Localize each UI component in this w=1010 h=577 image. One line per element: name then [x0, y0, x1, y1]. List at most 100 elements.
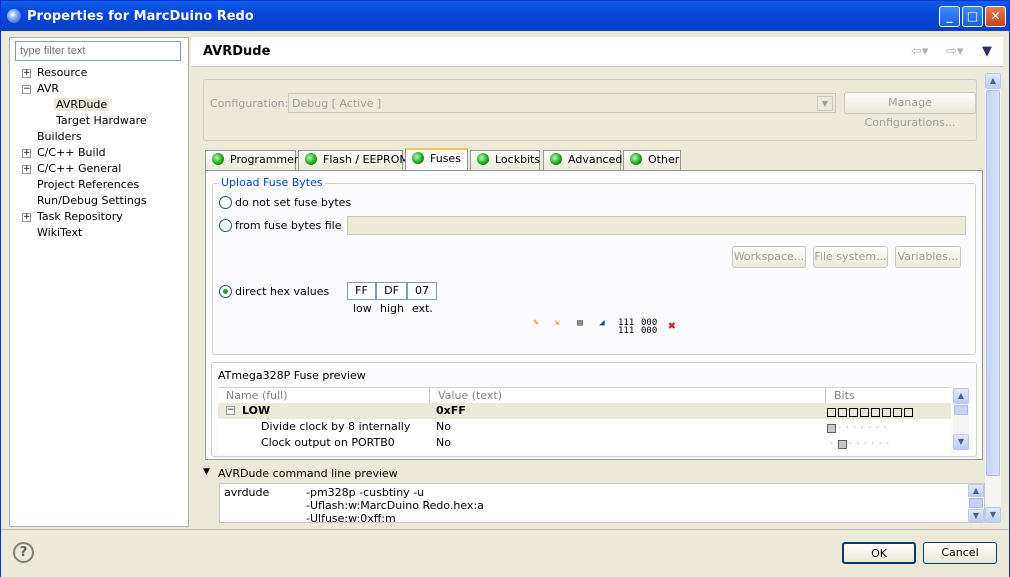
scroll-up-icon[interactable]: ▲ [953, 388, 969, 404]
page-title: AVRDude [203, 44, 271, 59]
tree-label: Target Hardware [56, 114, 147, 127]
status-ok-icon [550, 153, 562, 165]
ext-fuse-input[interactable]: 07 [407, 282, 437, 300]
page-scrollbar[interactable]: ▲ ▼ [985, 73, 1001, 523]
tree-item-cpp-general[interactable]: + C/C++ General [22, 162, 121, 178]
back-arrow-icon[interactable]: ⇦▾ [911, 44, 928, 59]
radio-from-file[interactable] [219, 219, 232, 232]
variables-button[interactable]: Variables... [895, 246, 961, 268]
configuration-combo[interactable]: Debug [ Active ] ▼ [288, 93, 836, 113]
command-scrollbar[interactable]: ▲ ▼ [968, 484, 984, 522]
expand-icon[interactable]: + [22, 149, 31, 158]
high-fuse-input[interactable]: DF [376, 282, 407, 300]
tree-item-cpp-build[interactable]: + C/C++ Build [22, 146, 106, 162]
configuration-value: Debug [ Active ] [292, 97, 382, 110]
expand-icon[interactable]: + [22, 69, 31, 78]
collapse-icon[interactable]: − [226, 406, 235, 415]
chevron-down-icon[interactable]: ▼ [817, 96, 833, 111]
scrollbar-thumb[interactable] [986, 90, 1000, 476]
close-button[interactable]: ✕ [985, 6, 1006, 27]
command-line: -Ulfuse:w:0xff:m [306, 512, 396, 523]
tree-label: AVRDude [54, 98, 110, 111]
eclipse-app-icon [7, 9, 21, 23]
tree-item-wikitext[interactable]: WikiText [37, 226, 82, 242]
delete-icon[interactable]: ✖ [664, 319, 680, 335]
tree-item-task-repository[interactable]: + Task Repository [22, 210, 123, 226]
preview-scrollbar[interactable]: ▲ ▼ [953, 388, 969, 450]
set-default-icon[interactable]: 111 111 [618, 319, 634, 336]
radio-label: direct hex values [235, 285, 330, 298]
table-row[interactable]: − LOW 0xFF [218, 403, 951, 419]
command-line: -pm328p -cusbtiny -u [306, 486, 425, 499]
scroll-down-icon[interactable]: ▼ [953, 434, 969, 450]
tab-fuses[interactable]: Fuses [405, 148, 468, 171]
tab-lockbits[interactable]: Lockbits [470, 150, 540, 170]
scrollbar-thumb[interactable] [954, 405, 968, 415]
fuse-file-input[interactable] [347, 216, 966, 235]
tree-item-avrdude[interactable]: AVRDude [54, 98, 110, 114]
collapse-triangle-icon[interactable]: ▼ [203, 467, 210, 477]
forward-arrow-icon[interactable]: ⇨▾ [946, 44, 963, 59]
properties-page: AVRDude ⇦▾ ⇨▾ ▼ Configuration: Debug [ A… [191, 37, 1003, 527]
scroll-up-icon[interactable]: ▲ [968, 484, 984, 497]
tree-item-builders[interactable]: Builders [37, 130, 82, 146]
tree-item-project-references[interactable]: Project References [37, 178, 139, 194]
load-from-file-icon[interactable]: ⇲ [549, 319, 565, 335]
column-header-bits[interactable]: Bits [826, 388, 951, 403]
fuses-tab-panel: Upload Fuse Bytes do not set fuse bytes … [205, 170, 983, 460]
tab-programmer[interactable]: Programmer [205, 150, 298, 170]
title-bar[interactable]: Properties for MarcDuino Redo _ □ ✕ [1, 1, 1009, 31]
file-system-button[interactable]: File system... [813, 246, 888, 268]
status-ok-icon [212, 153, 224, 165]
minimize-button[interactable]: _ [939, 6, 960, 27]
tree-item-target-hardware[interactable]: Target Hardware [56, 114, 147, 130]
fuse-preview-table: Name (full) Value (text) Bits − LOW 0xFF… [218, 387, 951, 453]
view-menu-icon[interactable]: ▼ [982, 44, 992, 59]
status-ok-icon [305, 153, 317, 165]
column-header-name[interactable]: Name (full) [218, 388, 430, 403]
tree-item-avr[interactable]: − AVR [22, 82, 59, 98]
scroll-up-icon[interactable]: ▲ [985, 73, 1001, 89]
table-row[interactable]: Divide clock by 8 internally No ······· [218, 419, 951, 435]
read-from-device-icon[interactable]: ▤ [572, 319, 588, 335]
cancel-button[interactable]: Cancel [923, 542, 997, 564]
tab-other[interactable]: Other [623, 150, 681, 170]
column-header-value[interactable]: Value (text) [430, 388, 826, 403]
expand-icon[interactable]: + [22, 213, 31, 222]
help-icon[interactable]: ? [13, 542, 34, 563]
copy-to-project-icon[interactable]: ◢ [594, 319, 610, 335]
row-value: 0xFF [436, 404, 466, 417]
table-row[interactable]: Clock output on PORTB0 No · ······ [218, 435, 951, 451]
tree-label: Builders [37, 130, 82, 143]
row-value: No [436, 436, 451, 449]
command-preview-label[interactable]: AVRDude command line preview [218, 467, 398, 480]
clear-all-icon[interactable]: 000 000 [641, 319, 657, 336]
scroll-down-icon[interactable]: ▼ [985, 507, 1001, 523]
row-value: No [436, 420, 451, 433]
tree-label: AVR [37, 82, 59, 95]
workspace-button[interactable]: Workspace... [732, 246, 806, 268]
low-fuse-input[interactable]: FF [347, 282, 376, 300]
tab-advanced[interactable]: Advanced [543, 150, 622, 170]
scrollbar-thumb[interactable] [969, 498, 983, 508]
manage-configurations-button[interactable]: Manage Configurations... [844, 92, 976, 129]
low-label: low [353, 302, 372, 315]
command-line-preview: avrdude -pm328p -cusbtiny -u -Uflash:w:M… [219, 483, 985, 523]
tab-flash-eeprom[interactable]: Flash / EEPROM [298, 150, 409, 170]
maximize-button[interactable]: □ [962, 6, 983, 27]
tree-item-resource[interactable]: + Resource [22, 66, 87, 82]
row-name: Divide clock by 8 internally [261, 420, 411, 433]
collapse-icon[interactable]: − [22, 85, 31, 94]
radio-no-fuse-bytes[interactable] [219, 196, 232, 209]
tree-item-run-debug-settings[interactable]: Run/Debug Settings [37, 194, 147, 210]
tree-label: Run/Debug Settings [37, 194, 147, 207]
ok-button[interactable]: OK [842, 542, 916, 564]
radio-direct-hex[interactable] [219, 285, 232, 298]
expand-icon[interactable]: + [22, 165, 31, 174]
command-lines: -pm328p -cusbtiny -u -Uflash:w:MarcDuino… [306, 486, 484, 523]
edit-fuses-icon[interactable]: ✎ [528, 319, 544, 335]
tree-label: Project References [37, 178, 140, 191]
scroll-down-icon[interactable]: ▼ [968, 509, 984, 522]
configuration-label: Configuration: [210, 97, 289, 110]
filter-input[interactable] [15, 41, 181, 61]
